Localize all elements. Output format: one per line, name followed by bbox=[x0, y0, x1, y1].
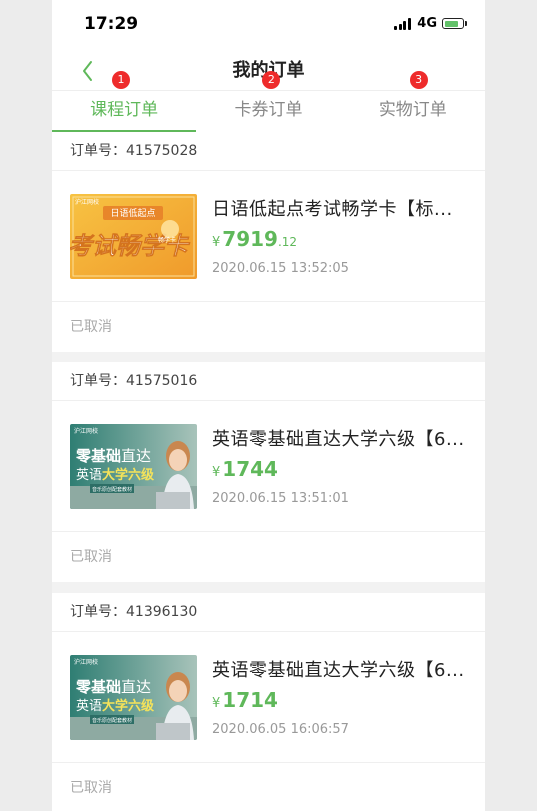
tab-label: 实物订单 bbox=[378, 100, 447, 120]
price: ¥7919.12 bbox=[212, 227, 297, 251]
product-title: 日语低起点考试畅学卡【标... bbox=[212, 199, 453, 220]
signal-icon bbox=[394, 17, 412, 30]
svg-text:零基础直达: 零基础直达 bbox=[75, 447, 151, 465]
battery-cap bbox=[465, 21, 467, 26]
tab-badge: 1 bbox=[112, 71, 130, 89]
status-indicators: 4G bbox=[394, 16, 467, 31]
price: ¥1714 bbox=[212, 688, 278, 712]
tab-label: 卡券订单 bbox=[234, 100, 303, 120]
network-label: 4G bbox=[417, 16, 437, 31]
order-card[interactable]: 订单号：41575028 沪江网校 日语低起点 考试畅学卡 畅学卡 日语低起点考… bbox=[52, 132, 485, 352]
svg-text:日语低起点: 日语低起点 bbox=[110, 207, 155, 219]
order-number: 订单号：41575016 bbox=[52, 362, 485, 401]
order-status: 已取消 bbox=[70, 780, 112, 796]
course-thumbnail: 沪江网校 零基础直达 英语大学六级 音乐原创配套教材 bbox=[70, 655, 197, 740]
order-card[interactable]: 订单号：41575016 沪江网校 零基础直达 英语大学六级 音乐原创配套教材 … bbox=[52, 362, 485, 582]
status-time: 17:29 bbox=[84, 14, 139, 34]
order-tabs: 1 课程订单 2 卡券订单 3 实物订单 bbox=[52, 71, 485, 133]
price-decimal: .12 bbox=[277, 235, 298, 249]
order-number: 订单号：41575028 bbox=[52, 132, 485, 171]
svg-text:畅学卡: 畅学卡 bbox=[158, 236, 176, 244]
tab-label: 课程订单 bbox=[90, 100, 159, 120]
order-date: 2020.06.05 16:06:57 bbox=[212, 722, 349, 737]
svg-text:沪江网校: 沪江网校 bbox=[74, 658, 98, 666]
price-integer: 1714 bbox=[222, 688, 278, 712]
order-number: 订单号：41396130 bbox=[52, 593, 485, 632]
order-item[interactable]: 沪江网校 日语低起点 考试畅学卡 畅学卡 日语低起点考试畅学卡【标... ¥79… bbox=[52, 171, 485, 302]
currency-symbol: ¥ bbox=[212, 465, 221, 480]
order-card[interactable]: 订单号：41396130 沪江网校 零基础直达 英语大学六级 音乐原创配套教材 … bbox=[52, 593, 485, 811]
product-title: 英语零基础直达大学六级【6... bbox=[212, 660, 465, 681]
currency-symbol: ¥ bbox=[212, 696, 221, 711]
tab-physical-orders[interactable]: 3 实物订单 bbox=[341, 71, 485, 133]
tab-coupon-orders[interactable]: 2 卡券订单 bbox=[196, 71, 340, 133]
order-status: 已取消 bbox=[70, 319, 112, 335]
order-date: 2020.06.15 13:52:05 bbox=[212, 261, 349, 276]
svg-text:沪江网校: 沪江网校 bbox=[75, 198, 99, 206]
svg-text:音乐原创配套教材: 音乐原创配套教材 bbox=[92, 717, 132, 724]
currency-symbol: ¥ bbox=[212, 235, 221, 250]
product-title: 英语零基础直达大学六级【6... bbox=[212, 429, 465, 450]
price-integer: 7919 bbox=[222, 227, 278, 251]
battery-icon bbox=[442, 18, 464, 29]
course-thumbnail: 沪江网校 日语低起点 考试畅学卡 畅学卡 bbox=[70, 194, 197, 279]
tab-course-orders[interactable]: 1 课程订单 bbox=[52, 71, 197, 133]
course-thumbnail: 沪江网校 零基础直达 英语大学六级 音乐原创配套教材 bbox=[70, 424, 197, 509]
tab-badge: 3 bbox=[409, 71, 428, 89]
svg-text:零基础直达: 零基础直达 bbox=[75, 678, 151, 696]
order-date: 2020.06.15 13:51:01 bbox=[212, 491, 349, 506]
status-bar: 17:29 4G bbox=[52, 0, 485, 48]
price: ¥1744 bbox=[212, 457, 278, 481]
svg-text:沪江网校: 沪江网校 bbox=[74, 427, 98, 435]
svg-text:音乐原创配套教材: 音乐原创配套教材 bbox=[92, 486, 132, 493]
svg-text:英语大学六级: 英语大学六级 bbox=[76, 698, 155, 714]
phone-screen: 17:29 4G 我的订单 1 课程订单 2 卡券订单 bbox=[52, 0, 485, 811]
order-item[interactable]: 沪江网校 零基础直达 英语大学六级 音乐原创配套教材 英语零基础直达大学六级【6… bbox=[52, 401, 485, 532]
order-item[interactable]: 沪江网校 零基础直达 英语大学六级 音乐原创配套教材 英语零基础直达大学六级【6… bbox=[52, 632, 485, 763]
order-status: 已取消 bbox=[70, 549, 112, 565]
svg-text:英语大学六级: 英语大学六级 bbox=[76, 467, 155, 483]
price-integer: 1744 bbox=[222, 457, 278, 481]
